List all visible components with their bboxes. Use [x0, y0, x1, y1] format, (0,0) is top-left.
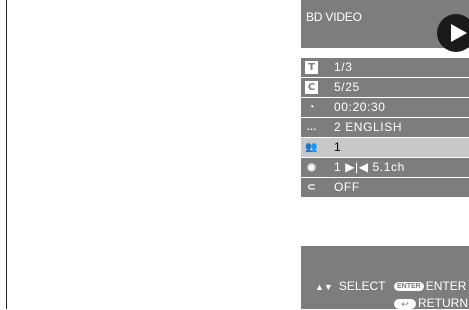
row-repeat[interactable]: ⊂ OFF — [301, 178, 469, 197]
audio-icon: ◉ — [307, 162, 316, 173]
row-chapter[interactable]: C 5/25 — [301, 78, 469, 97]
angle-icon: 👥 — [305, 142, 318, 153]
row-audio[interactable]: ◉ 1 ▶|◀ 5.1ch — [301, 158, 469, 177]
screen-border — [6, 0, 7, 309]
disc-type-label: BD VIDEO — [306, 10, 362, 24]
panel-header: BD VIDEO — [301, 0, 469, 52]
clock-icon: ◔ — [308, 102, 315, 113]
up-down-arrow-icon: ▲▼ — [315, 282, 333, 292]
play-icon — [437, 14, 469, 52]
return-key-icon: ↩ — [394, 298, 416, 309]
enter-key-icon: ENTER — [394, 282, 424, 292]
chapter-value: 5/25 — [334, 80, 360, 94]
title-icon: T — [305, 61, 318, 74]
chapter-icon: C — [305, 81, 318, 94]
subtitle-icon: … — [306, 122, 317, 133]
repeat-icon: ⊂ — [307, 182, 316, 193]
row-subtitle[interactable]: … 2 ENGLISH — [301, 118, 469, 137]
title-value: 1/3 — [334, 60, 353, 74]
display-panel: BD VIDEO T 1/3 C 5/25 ◔ 00:20:30 … 2 ENG… — [301, 0, 469, 310]
enter-hint: ENTER ENTER — [394, 279, 466, 293]
repeat-value: OFF — [334, 180, 360, 194]
time-value: 00:20:30 — [334, 100, 386, 114]
return-hint: ↩ RETURN — [394, 296, 468, 310]
select-hint: ▲▼ SELECT — [315, 279, 386, 293]
row-title[interactable]: T 1/3 — [301, 58, 469, 77]
panel-footer: ▲▼ SELECT ENTER ENTER ↩ RETURN — [301, 246, 469, 310]
subtitle-value: 2 ENGLISH — [334, 120, 403, 134]
angle-value: 1 — [334, 140, 342, 154]
row-time[interactable]: ◔ 00:20:30 — [301, 98, 469, 117]
row-angle[interactable]: 👥 1 — [301, 138, 469, 157]
audio-value: 1 ▶|◀ 5.1ch — [334, 160, 405, 174]
